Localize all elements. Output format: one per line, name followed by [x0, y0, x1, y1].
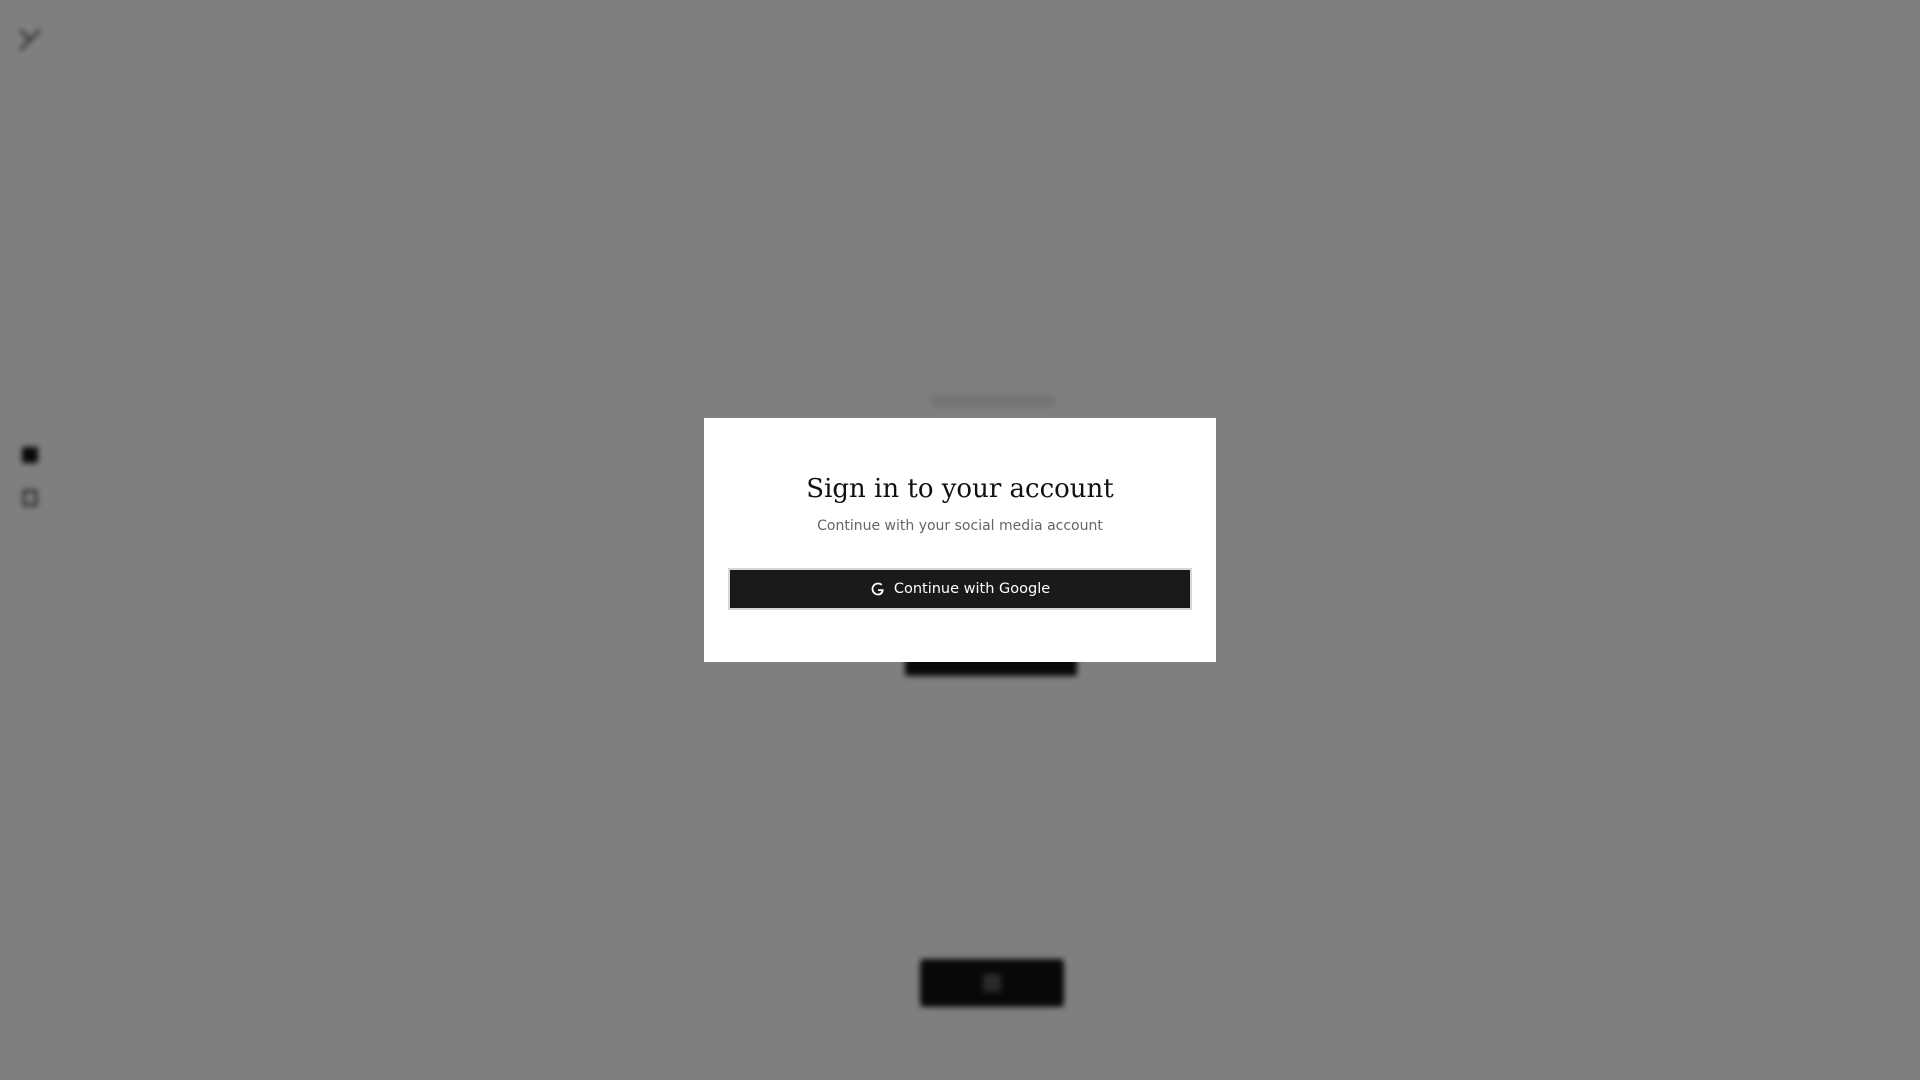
modal-subtitle: Continue with your social media account — [817, 518, 1103, 534]
sign-in-modal: Sign in to your account Continue with yo… — [704, 418, 1216, 662]
modal-title: Sign in to your account — [806, 474, 1114, 504]
google-button-label: Continue with Google — [893, 581, 1051, 597]
google-icon — [870, 581, 886, 597]
continue-with-google-button[interactable]: Continue with Google — [728, 568, 1192, 610]
